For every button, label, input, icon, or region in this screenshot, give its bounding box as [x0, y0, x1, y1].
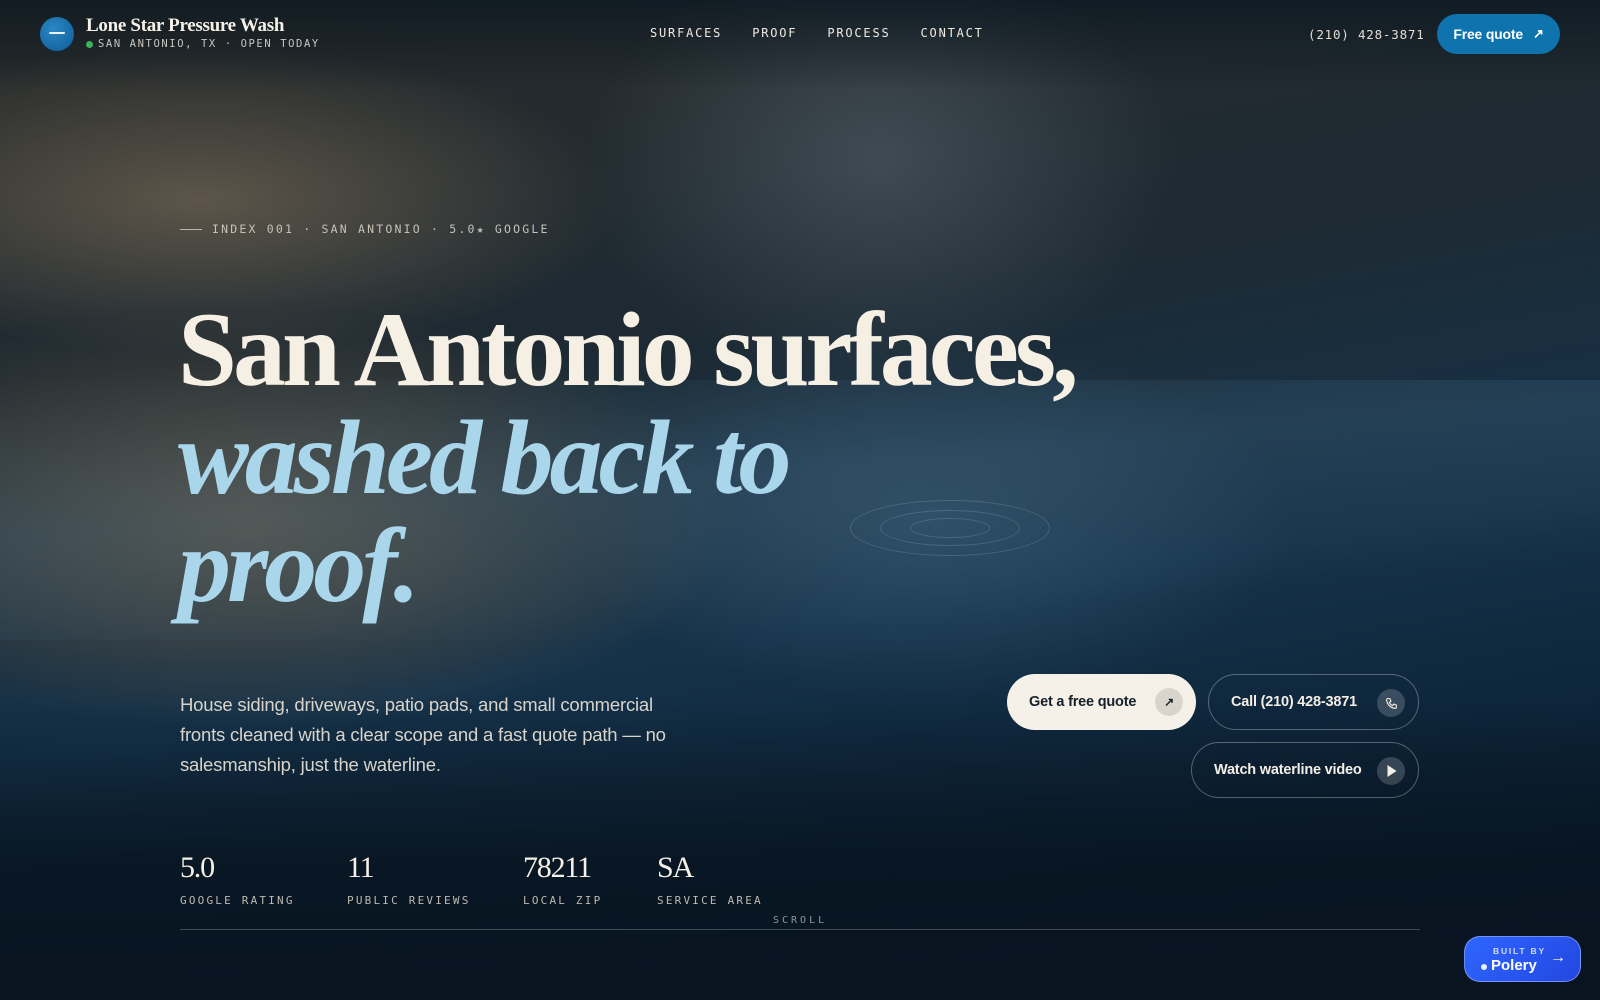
call-button[interactable]: Call (210) 428-3871 — [1208, 674, 1419, 730]
stat-label: PUBLIC REVIEWS — [347, 894, 471, 907]
watch-video-label: Watch waterline video — [1214, 762, 1362, 778]
get-free-quote-label: Get a free quote — [1029, 694, 1137, 710]
site-header: Lone Star Pressure Wash SAN ANTONIO, TX … — [0, 0, 1600, 70]
watch-video-button[interactable]: Watch waterline video — [1191, 742, 1419, 798]
built-by-badge[interactable]: BUILT BY Polery → — [1464, 936, 1581, 982]
built-by-label: BUILT BY — [1493, 946, 1546, 956]
arrow-up-right-icon: ↗ — [1532, 26, 1544, 41]
nav-link-proof[interactable]: PROOF — [752, 26, 797, 40]
nav-link-process[interactable]: PROCESS — [827, 26, 890, 40]
stat-value: 78211 — [523, 851, 592, 884]
stat-value: 5.0 — [180, 851, 215, 884]
stat-value: 11 — [347, 851, 375, 884]
stat-local-zip: 78211 LOCAL ZIP — [523, 851, 603, 908]
eyebrow-text: INDEX 001 · SAN ANTONIO · 5.0★ GOOGLE — [212, 222, 550, 236]
get-free-quote-button[interactable]: Get a free quote ↗ — [1007, 674, 1196, 730]
stat-public-reviews: 11 PUBLIC REVIEWS — [347, 851, 471, 908]
stat-label: SERVICE AREA — [657, 894, 763, 907]
headline-line-1: San Antonio surfaces, — [178, 291, 1079, 408]
hero-eyebrow: INDEX 001 · SAN ANTONIO · 5.0★ GOOGLE — [180, 222, 550, 236]
stat-value: SA — [657, 851, 694, 884]
call-label: Call (210) 428-3871 — [1231, 694, 1357, 710]
main-nav: SURFACES PROOF PROCESS CONTACT — [650, 26, 984, 40]
brand-subtitle: SAN ANTONIO, TX · OPEN TODAY — [98, 38, 320, 50]
brand-name[interactable]: Lone Star Pressure Wash — [86, 15, 284, 37]
headline-line-2: washed back to — [178, 399, 791, 516]
stat-label: LOCAL ZIP — [523, 894, 603, 907]
eyebrow-rule — [180, 228, 202, 230]
section-divider — [180, 929, 1420, 930]
nav-link-contact[interactable]: CONTACT — [921, 26, 984, 40]
free-quote-button[interactable]: Free quote ↗ — [1437, 14, 1560, 54]
headline-line-3: proof. — [178, 507, 420, 624]
stat-google-rating: 5.0 GOOGLE RATING — [180, 851, 295, 908]
badge-dot-icon — [1481, 964, 1487, 970]
hero-lede: House siding, driveways, patio pads, and… — [180, 694, 666, 775]
nav-link-surfaces[interactable]: SURFACES — [650, 26, 722, 40]
free-quote-label: Free quote — [1453, 26, 1523, 42]
built-by-name: Polery — [1491, 957, 1537, 974]
arrow-up-right-icon: ↗ — [1155, 688, 1183, 716]
stat-label: GOOGLE RATING — [180, 894, 295, 907]
play-icon — [1377, 757, 1405, 785]
header-phone-link[interactable]: (210) 428-3871 — [1308, 27, 1425, 42]
hero-headline: San Antonio surfaces, washed back to pro… — [178, 291, 1079, 624]
logo-mark-icon[interactable] — [40, 17, 74, 51]
scroll-indicator[interactable]: SCROLL — [773, 915, 827, 926]
stat-service-area: SA SERVICE AREA — [657, 851, 763, 908]
open-status-icon — [86, 41, 93, 48]
phone-icon — [1377, 689, 1405, 717]
arrow-right-icon: → — [1550, 949, 1566, 966]
